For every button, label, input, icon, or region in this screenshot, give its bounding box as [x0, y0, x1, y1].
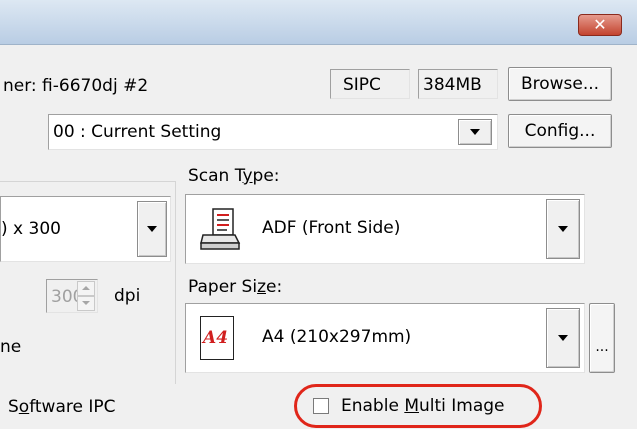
group-border-right: [175, 181, 176, 384]
scan-type-value: ADF (Front Side): [262, 218, 401, 238]
a4-paper-icon: A4: [200, 316, 234, 360]
scan-type-dropdown[interactable]: ADF (Front Side): [185, 194, 585, 264]
close-icon: ✕: [593, 15, 607, 34]
scanner-label: ner: fi-6670dj #2: [3, 76, 149, 96]
scan-type-dropdown-arrow[interactable]: [546, 199, 580, 259]
spin-down-icon: [82, 301, 90, 305]
spin-down-button[interactable]: [77, 296, 95, 311]
multi-image-label[interactable]: Enable Multi Image: [341, 396, 505, 416]
config-button[interactable]: Config...: [508, 114, 612, 148]
resolution-value: ) x 300: [1, 219, 61, 239]
browse-button[interactable]: Browse...: [508, 67, 612, 101]
paper-size-more-button[interactable]: ...: [589, 303, 615, 373]
group-border-top: [0, 181, 176, 182]
custom-resolution-input[interactable]: 300: [46, 279, 98, 313]
setting-value: 00 : Current Setting: [53, 122, 222, 142]
paper-size-value: A4 (210x297mm): [262, 327, 412, 347]
resolution-dropdown-arrow[interactable]: [137, 201, 167, 257]
paper-size-dropdown-arrow[interactable]: [546, 308, 580, 368]
close-button[interactable]: ✕: [578, 14, 622, 36]
partial-option-label: ne: [0, 337, 22, 357]
software-ipc-label[interactable]: Software IPC: [8, 397, 116, 417]
adf-scanner-icon: [200, 208, 241, 250]
spin-up-button[interactable]: [77, 281, 95, 296]
dpi-label: dpi: [114, 286, 141, 306]
title-bar: ✕: [0, 0, 637, 45]
paper-size-dropdown[interactable]: A4 A4 (210x297mm): [185, 303, 585, 373]
setting-dropdown[interactable]: 00 : Current Setting: [48, 114, 498, 150]
paper-size-label: Paper Size:: [188, 277, 283, 297]
setting-dropdown-arrow[interactable]: [458, 119, 492, 145]
resolution-dropdown[interactable]: ) x 300: [0, 196, 171, 262]
multi-image-checkbox[interactable]: [313, 398, 329, 414]
ipc-badge: SIPC: [330, 69, 410, 99]
scan-type-label: Scan Type:: [188, 166, 280, 186]
memory-badge: 384MB: [418, 69, 498, 99]
scanner-settings-dialog: ✕ ner: fi-6670dj #2 SIPC 384MB Browse...…: [0, 0, 637, 429]
spin-up-icon: [82, 286, 90, 290]
